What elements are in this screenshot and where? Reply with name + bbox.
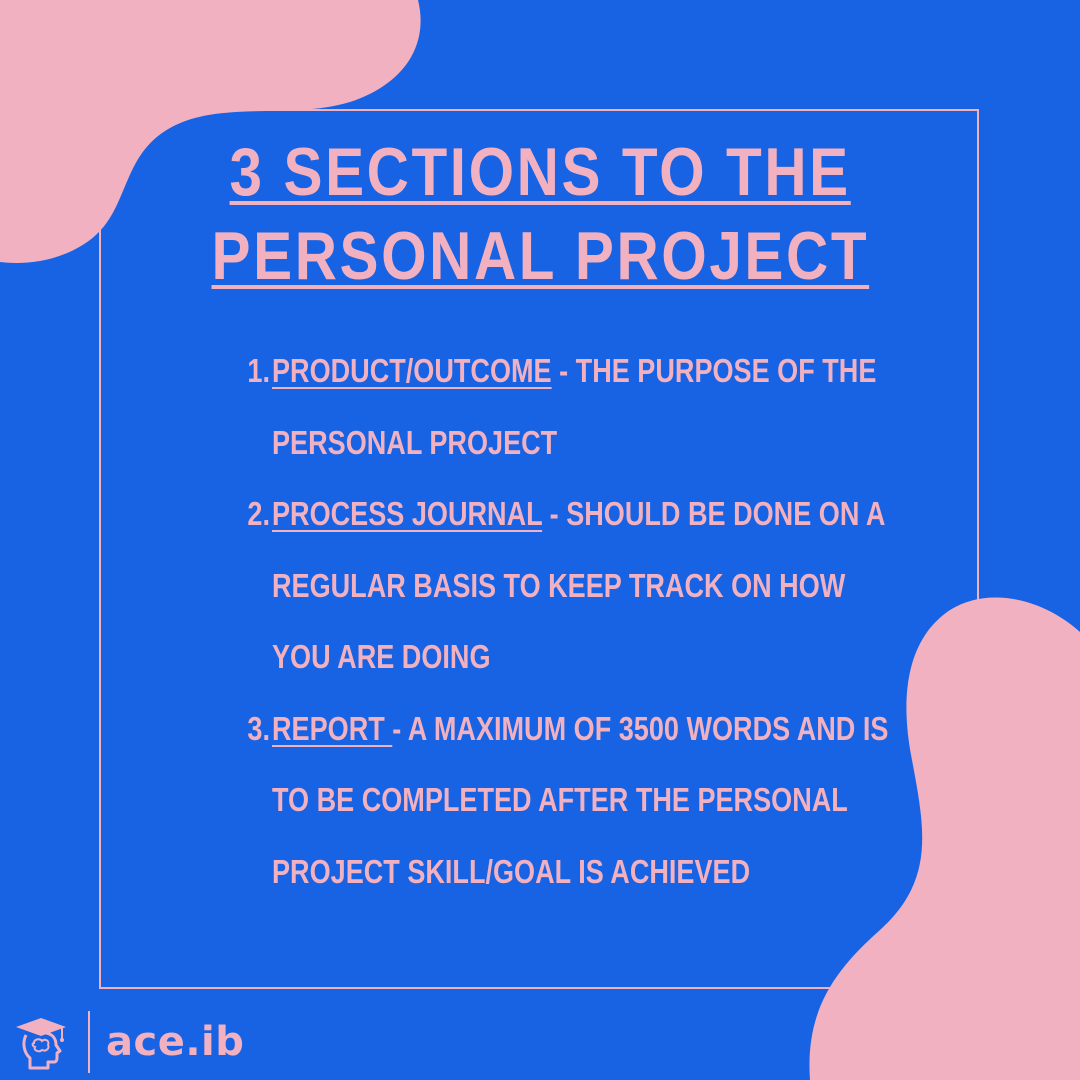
page-title: 3 SECTIONS TO THE PERSONAL PROJECT — [0, 130, 1080, 298]
section-term: PROCESS JOURNAL — [272, 495, 543, 532]
list-item: 1. PRODUCT/OUTCOME - THE PURPOSE OF THE … — [222, 335, 922, 478]
title-line-1: 3 SECTIONS TO THE — [229, 134, 851, 210]
list-item-text: PRODUCT/OUTCOME - THE PURPOSE OF THE PER… — [272, 335, 895, 478]
list-item: 3. REPORT - A MAXIMUM OF 3500 WORDS AND … — [222, 693, 922, 908]
list-item-text: PROCESS JOURNAL - SHOULD BE DONE ON A RE… — [272, 478, 895, 693]
list-item-number: 2. — [247, 495, 270, 532]
sections-list: 1. PRODUCT/OUTCOME - THE PURPOSE OF THE … — [222, 335, 922, 907]
list-item-number: 1. — [247, 352, 270, 389]
list-item-number: 3. — [247, 709, 270, 747]
section-term: REPORT — [272, 709, 393, 747]
title-line-2: PERSONAL PROJECT — [211, 218, 869, 294]
list-item-text: REPORT - A MAXIMUM OF 3500 WORDS AND IS … — [272, 693, 895, 908]
section-term: PRODUCT/OUTCOME — [272, 352, 552, 389]
brand-name: ace.ib — [106, 1019, 245, 1065]
graduate-head-icon — [16, 1018, 66, 1070]
list-item: 2. PROCESS JOURNAL - SHOULD BE DONE ON A… — [222, 478, 922, 693]
footer-brand: ace.ib — [12, 1010, 244, 1074]
footer-divider — [88, 1011, 90, 1073]
